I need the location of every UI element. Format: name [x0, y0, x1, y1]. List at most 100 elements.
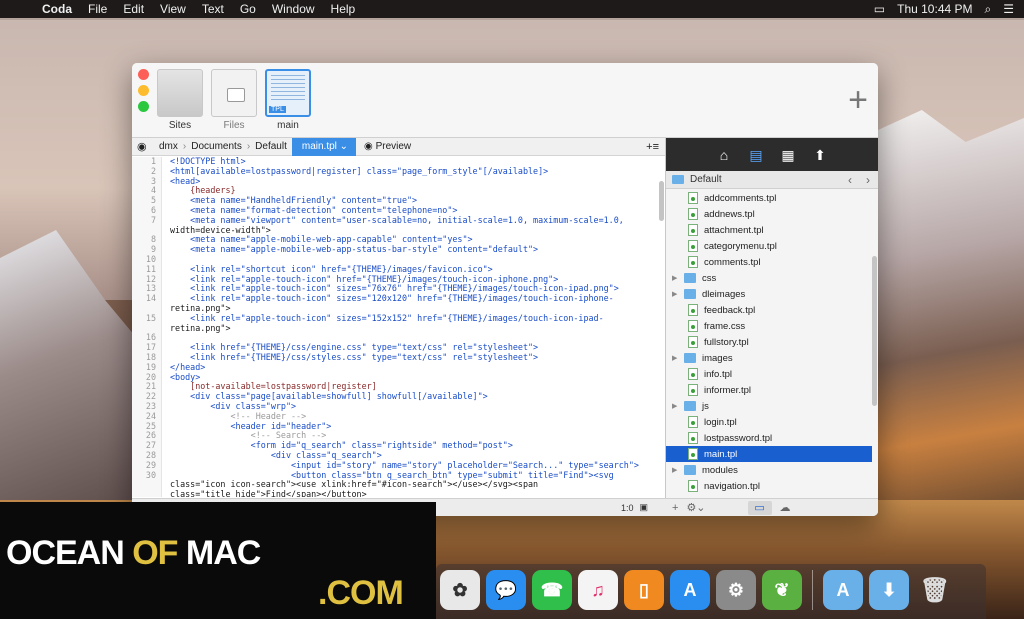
path-segment-default[interactable]: Default	[250, 138, 292, 156]
close-button[interactable]	[138, 69, 149, 80]
file-item[interactable]: comments.tpl	[666, 254, 872, 270]
path-segment-documents[interactable]: Documents	[186, 138, 247, 156]
downloads-folder-icon[interactable]: ⬇	[869, 570, 909, 610]
coda-app-icon[interactable]: ❦	[762, 570, 802, 610]
menubar-clock[interactable]: Thu 10:44 PM	[897, 2, 972, 16]
sidebar-scrollbar[interactable]	[872, 256, 877, 406]
code-editor[interactable]: 1 <!DOCTYPE html> 2 <html[available=lostpas…	[132, 157, 666, 497]
mode-sites[interactable]: Sites	[156, 69, 204, 131]
file-name: modules	[702, 464, 738, 476]
folder-item[interactable]: ▶ images	[666, 350, 872, 366]
editor-scrollbar[interactable]	[659, 181, 664, 221]
clips-icon[interactable]: ▦	[778, 146, 798, 164]
folder-item[interactable]: ▶ js	[666, 398, 872, 414]
applications-folder-icon[interactable]: A	[823, 570, 863, 610]
code-line: class="title_hide">Find</span></button>	[132, 489, 666, 497]
file-item[interactable]: addcomments.tpl	[666, 190, 872, 206]
photos-app-icon[interactable]: ✿	[440, 570, 480, 610]
file-name: feedback.tpl	[704, 304, 756, 316]
console-toggle-icon[interactable]: ▣	[639, 502, 648, 513]
folder-icon	[684, 401, 696, 411]
path-segment-active-file[interactable]: main.tpl ⌄	[291, 137, 357, 156]
current-folder-label[interactable]: Default	[690, 174, 722, 185]
file-item[interactable]: addnews.tpl	[666, 206, 872, 222]
preview-button[interactable]: ◉ Preview	[356, 138, 416, 156]
disclosure-triangle-icon[interactable]: ▶	[672, 290, 684, 298]
file-icon	[688, 224, 698, 236]
system-preferences-icon[interactable]: ⚙	[716, 570, 756, 610]
files-thumbnail	[211, 69, 257, 117]
file-item[interactable]: main.tpl	[666, 446, 872, 462]
file-item[interactable]: feedback.tpl	[666, 302, 872, 318]
file-icon	[688, 304, 698, 316]
spotlight-search-icon[interactable]: ⌕	[985, 2, 992, 17]
ibooks-app-icon[interactable]: ▯	[624, 570, 664, 610]
zoom-button[interactable]	[138, 101, 149, 112]
file-name: dleimages	[702, 288, 746, 300]
line-number: 30	[145, 469, 156, 480]
add-split-icon[interactable]: +≡	[640, 138, 665, 156]
file-name: images	[702, 352, 733, 364]
airplay-icon[interactable]: ▭	[874, 2, 885, 16]
dock-divider	[812, 570, 813, 610]
mode-editor-main[interactable]: TPL main	[264, 69, 312, 131]
file-sidebar: ⌂ ▤ ▦ ⬆ Default ‹ › addcomments.tpl addne…	[666, 138, 878, 516]
facetime-app-icon[interactable]: ☎	[532, 570, 572, 610]
menu-text[interactable]: Text	[194, 2, 232, 16]
disclosure-triangle-icon[interactable]: ▶	[672, 274, 684, 282]
watermark-of: OF	[132, 534, 178, 572]
folder-item[interactable]: ▶ dleimages	[666, 286, 872, 302]
add-file-icon[interactable]: +	[672, 502, 678, 514]
menubar: Coda File Edit View Text Go Window Help …	[0, 0, 1024, 18]
disclosure-triangle-icon[interactable]: ▶	[672, 466, 684, 474]
file-item[interactable]: lostpassword.tpl	[666, 430, 872, 446]
local-files-icon[interactable]: ▭	[747, 500, 772, 515]
folder-item[interactable]: ▶ modules	[666, 462, 872, 478]
home-icon[interactable]: ⌂	[714, 146, 734, 164]
disclosure-triangle-icon[interactable]: ▶	[672, 402, 684, 410]
menu-edit[interactable]: Edit	[115, 2, 152, 16]
files-icon[interactable]: ▤	[746, 146, 766, 164]
editor-thumbnail: TPL	[265, 69, 311, 117]
path-segment-dmx[interactable]: dmx	[154, 138, 183, 156]
active-file-label: main.tpl	[301, 141, 337, 152]
file-item[interactable]: login.tpl	[666, 414, 872, 430]
menu-view[interactable]: View	[152, 2, 194, 16]
app-store-icon[interactable]: A	[670, 570, 710, 610]
file-item[interactable]: attachment.tpl	[666, 222, 872, 238]
file-item[interactable]: frame.css	[666, 318, 872, 334]
itunes-app-icon[interactable]: ♫	[578, 570, 618, 610]
eye-toggle-icon[interactable]: ◉	[132, 138, 154, 156]
forward-arrow-icon[interactable]: ›	[866, 173, 870, 187]
remote-files-icon[interactable]: ☁	[780, 501, 791, 514]
file-name: main.tpl	[704, 448, 738, 460]
minimize-button[interactable]	[138, 85, 149, 96]
menu-app-coda[interactable]: Coda	[34, 2, 80, 16]
notification-center-icon[interactable]: ☰	[1003, 2, 1014, 16]
file-icon	[688, 384, 698, 396]
folder-item[interactable]: ▶ css	[666, 270, 872, 286]
file-item[interactable]: informer.tpl	[666, 382, 872, 398]
menu-window[interactable]: Window	[264, 2, 323, 16]
trash-icon[interactable]: 🗑	[915, 570, 955, 610]
file-item[interactable]: navigation.tpl	[666, 478, 872, 494]
add-tab-plus-icon[interactable]: +	[848, 81, 868, 120]
messages-app-icon[interactable]: 💬	[486, 570, 526, 610]
mode-files[interactable]: Files	[210, 69, 258, 131]
code-line: 18 <link href="{THEME}/css/styles.css" t…	[132, 352, 666, 363]
menu-file[interactable]: File	[80, 2, 115, 16]
gear-icon[interactable]: ⚙⌄	[686, 501, 705, 514]
tpl-badge: TPL	[269, 106, 286, 113]
disclosure-triangle-icon[interactable]: ▶	[672, 354, 684, 362]
code-text: <meta name="apple-mobile-web-app-status-…	[170, 244, 539, 255]
cursor-position: 1:0	[620, 502, 634, 513]
menu-help[interactable]: Help	[323, 2, 364, 16]
file-item[interactable]: info.tpl	[666, 366, 872, 382]
publish-arrow-icon[interactable]: ⬆	[810, 146, 830, 164]
file-icon	[688, 480, 698, 492]
back-arrow-icon[interactable]: ‹	[848, 173, 852, 187]
file-item[interactable]: fullstory.tpl	[666, 334, 872, 350]
coda-window: Sites Files TPL main + ◉ dmx › Documents…	[132, 63, 878, 516]
file-item[interactable]: categorymenu.tpl	[666, 238, 872, 254]
menu-go[interactable]: Go	[232, 2, 264, 16]
